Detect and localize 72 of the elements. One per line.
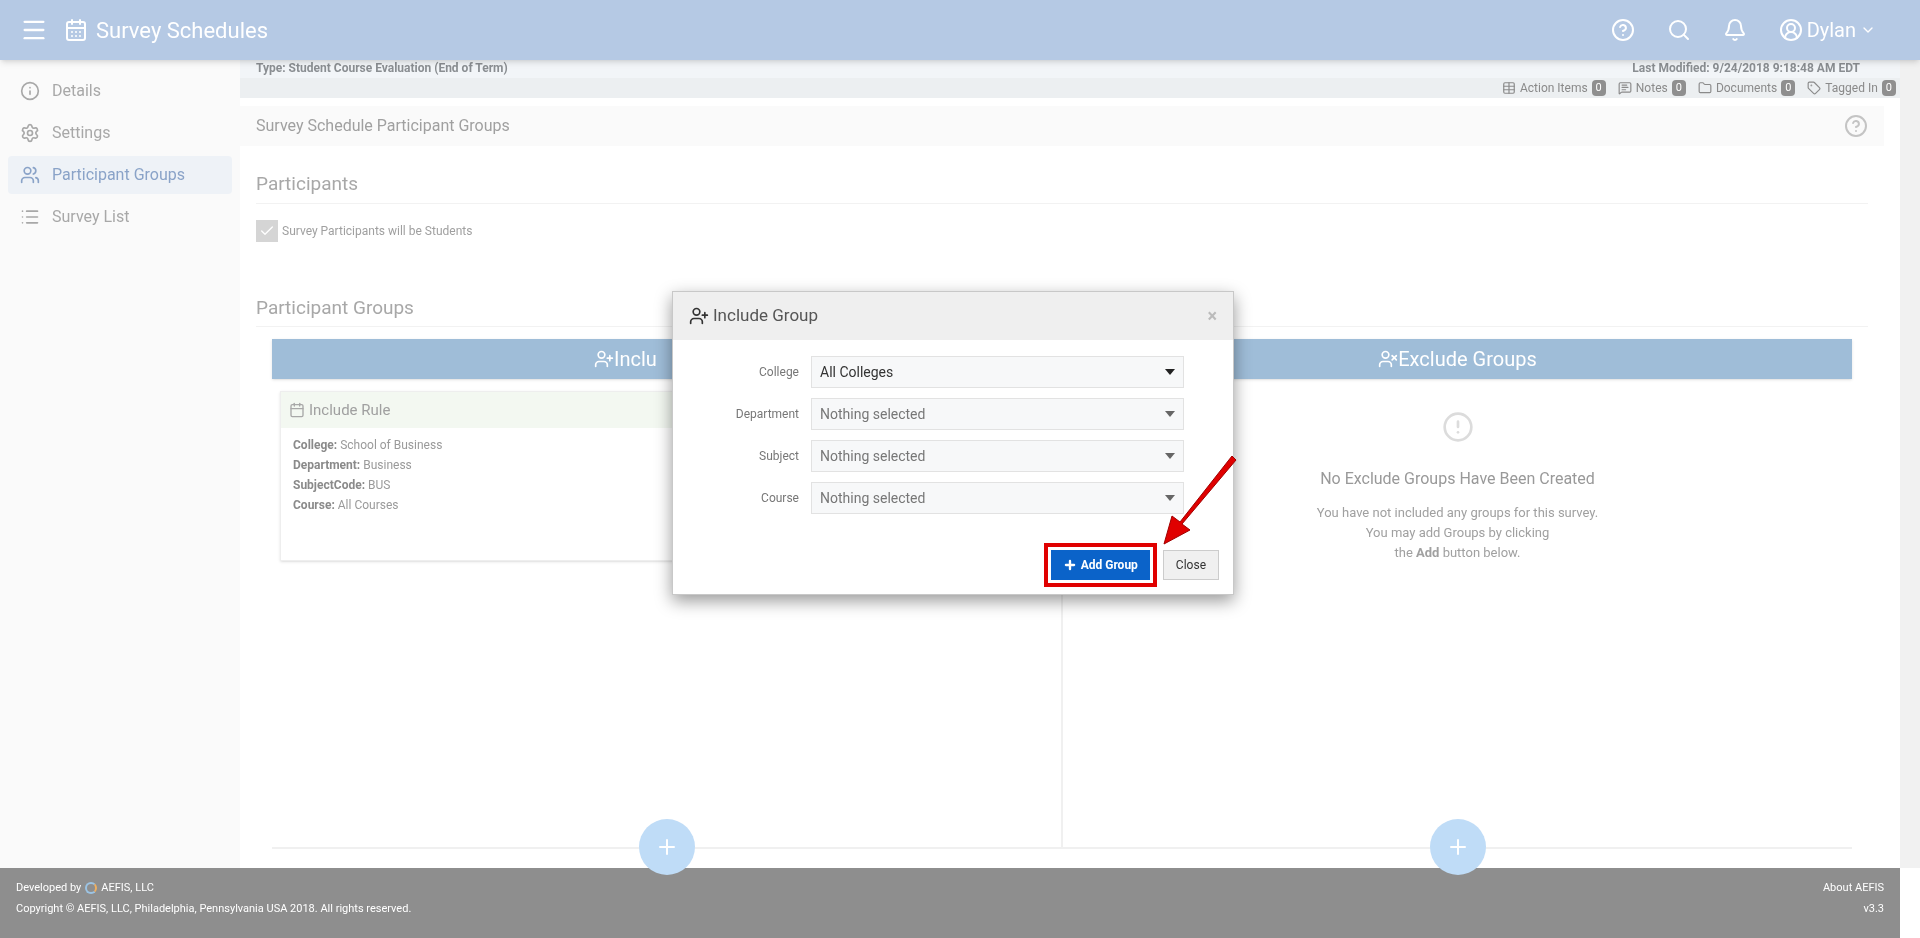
counter-label[interactable]: Documents [1715, 79, 1778, 97]
company-link[interactable]: AEFIS, LLC [101, 880, 154, 897]
user-plus-icon [594, 349, 614, 369]
close-dialog-button[interactable]: Close [1162, 550, 1219, 580]
alert-icon [1441, 411, 1474, 443]
dropdown[interactable]: Nothing selected [811, 482, 1184, 514]
section-title: Survey Schedule Participant Groups [256, 115, 510, 137]
page-title: Survey Schedules [96, 16, 268, 45]
exclude-groups-title: Exclude Groups [1398, 346, 1537, 373]
field-label: Subject [758, 448, 799, 465]
count-badge: 0 [1671, 79, 1686, 97]
copyright-text: Copyright © AEFIS, LLC, Philadelphia, Pennsylvania USA 2018. All rights reserved. [16, 900, 412, 917]
plus-icon [1062, 558, 1077, 572]
developed-by-text: Developed by [16, 880, 82, 896]
user-menu[interactable]: Dylan [1778, 15, 1876, 45]
calendar-icon [289, 402, 305, 418]
dialog-title: Include Group [713, 304, 819, 328]
rule-field: Department: Business [293, 456, 412, 474]
caret-icon [1165, 453, 1175, 459]
about-link[interactable]: About AEFIS [1822, 880, 1884, 897]
rule-field: SubjectCode: BUS [293, 476, 391, 494]
counter-label[interactable]: Tagged In [1825, 79, 1878, 97]
rule-field: College: School of Business [293, 436, 443, 454]
checkbox-label: Survey Participants will be Students [282, 222, 473, 240]
add-group-button[interactable]: Add Group [1050, 550, 1150, 580]
logo-icon [85, 882, 98, 895]
tag-icon [1807, 81, 1822, 95]
checkbox[interactable] [256, 219, 278, 242]
table-icon [1501, 81, 1516, 95]
sidebar-item[interactable]: Participant Groups [8, 156, 232, 194]
empty-message-line: the Add button below. [1394, 544, 1521, 562]
folder-icon [1697, 81, 1712, 95]
empty-message-line: You have not included any groups for this survey. [1316, 504, 1599, 522]
sidebar-item[interactable]: Details [8, 72, 232, 110]
user-avatar-icon [1778, 18, 1803, 42]
notifications-icon[interactable] [1722, 18, 1747, 42]
participants-heading: Participants [256, 170, 1868, 204]
sidebar-item[interactable]: Survey List [8, 198, 232, 236]
field-label: College [758, 364, 799, 381]
dropdown[interactable]: Nothing selected [811, 398, 1184, 430]
note-icon [1617, 81, 1632, 95]
counter-label[interactable]: Action Items [1519, 79, 1588, 97]
rule-title: Include Rule [309, 399, 391, 421]
rule-field: Course: All Courses [293, 496, 399, 514]
count-badge: 0 [1591, 79, 1606, 97]
version-text: v3.3 [1863, 900, 1884, 917]
caret-icon [1165, 411, 1175, 417]
survey-type-text: Type: Student Course Evaluation (End of Term) [256, 60, 508, 77]
caret-icon [1165, 495, 1175, 501]
calendar-icon [64, 18, 88, 42]
empty-title: No Exclude Groups Have Been Created [1320, 468, 1595, 490]
list-icon [20, 207, 40, 227]
user-plus-icon [689, 306, 709, 326]
search-icon[interactable] [1666, 18, 1691, 42]
sidebar-item[interactable]: Settings [8, 114, 232, 152]
counter-label[interactable]: Notes [1635, 79, 1668, 97]
settings-icon [20, 123, 40, 143]
info-icon [20, 81, 40, 101]
empty-message-line: You may add Groups by clicking [1365, 524, 1550, 542]
people-icon [20, 165, 40, 185]
count-badge: 0 [1781, 79, 1796, 97]
help-icon[interactable] [1844, 114, 1868, 138]
field-label: Course [760, 490, 799, 507]
caret-icon [1165, 369, 1175, 375]
field-label: Department [734, 406, 799, 423]
user-remove-icon [1378, 349, 1399, 369]
dropdown[interactable]: Nothing selected [811, 440, 1184, 472]
count-badge: 0 [1881, 79, 1896, 97]
include-groups-title: Inclu [614, 346, 657, 373]
close-button[interactable]: × [1207, 307, 1217, 325]
last-modified-text: Last Modified: 9/24/2018 9:18:48 AM EDT [1632, 60, 1861, 77]
dropdown[interactable]: All Colleges [811, 356, 1184, 388]
